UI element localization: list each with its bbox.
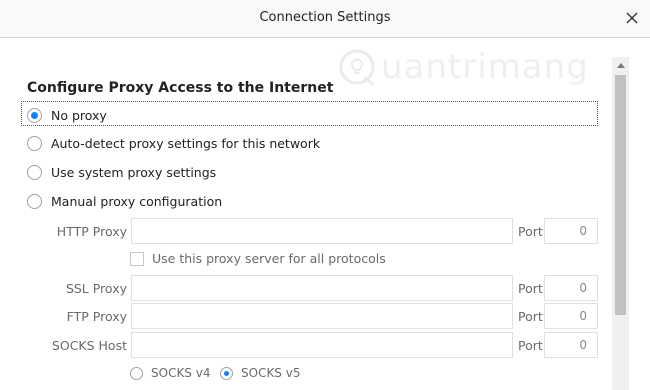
vertical-scrollbar[interactable]: [612, 57, 629, 390]
ssl-port-input[interactable]: 0: [544, 275, 598, 301]
close-icon: [626, 12, 638, 24]
radio-label: No proxy: [51, 107, 107, 123]
socks-port-input[interactable]: 0: [544, 332, 598, 358]
socks-host-input[interactable]: [131, 332, 513, 358]
ftp-proxy-input[interactable]: [131, 303, 513, 329]
ssl-proxy-label: SSL Proxy: [65, 281, 127, 296]
close-button[interactable]: [620, 6, 644, 30]
radio-label: Auto-detect proxy settings for this netw…: [51, 135, 321, 151]
radio-button[interactable]: [220, 366, 233, 380]
ftp-proxy-label: FTP Proxy: [66, 309, 127, 324]
title-bar: Connection Settings: [0, 0, 650, 38]
scroll-up-button[interactable]: [612, 57, 629, 73]
radio-button[interactable]: [27, 107, 42, 123]
radio-no-proxy[interactable]: No proxy: [27, 103, 107, 127]
http-proxy-label: HTTP Proxy: [56, 224, 127, 239]
http-port-input[interactable]: 0: [544, 218, 598, 244]
radio-label: Use system proxy settings: [51, 164, 217, 180]
radio-button[interactable]: [27, 135, 42, 151]
window-title: Connection Settings: [259, 10, 391, 25]
radio-button[interactable]: [27, 193, 42, 209]
radio-button[interactable]: [130, 366, 143, 380]
focus-ring: [21, 101, 598, 126]
use-for-all-checkbox[interactable]: [130, 251, 144, 266]
radio-socks-v4[interactable]: SOCKS v4: [130, 366, 210, 380]
socks-host-label: SOCKS Host: [51, 338, 127, 353]
use-for-all-label: Use this proxy server for all protocols: [152, 251, 386, 266]
radio-auto-detect[interactable]: Auto-detect proxy settings for this netw…: [27, 131, 320, 155]
use-for-all-checkbox-row[interactable]: Use this proxy server for all protocols: [130, 251, 386, 266]
ssl-proxy-input[interactable]: [131, 275, 513, 301]
ftp-port-label: Port: [518, 309, 543, 324]
radio-label: SOCKS v4: [151, 366, 211, 380]
scroll-up-arrow-icon: [616, 63, 625, 68]
radio-label: Manual proxy configuration: [51, 193, 223, 209]
ftp-port-input[interactable]: 0: [544, 303, 598, 329]
socks-port-label: Port: [518, 338, 543, 353]
radio-system-proxy[interactable]: Use system proxy settings: [27, 160, 216, 184]
radio-socks-v5[interactable]: SOCKS v5: [220, 366, 300, 380]
scroll-thumb[interactable]: [615, 75, 626, 315]
http-port-label: Port: [518, 224, 543, 239]
section-heading: Configure Proxy Access to the Internet: [27, 80, 334, 96]
radio-label: SOCKS v5: [241, 366, 301, 380]
ssl-port-label: Port: [518, 281, 543, 296]
http-proxy-input[interactable]: [131, 218, 513, 244]
radio-button[interactable]: [27, 164, 42, 180]
radio-manual-proxy[interactable]: Manual proxy configuration: [27, 189, 222, 213]
lightbulb-q-icon: [339, 49, 375, 87]
watermark-logo: uantrimang: [335, 45, 589, 89]
watermark-text: uantrimang: [381, 47, 589, 87]
